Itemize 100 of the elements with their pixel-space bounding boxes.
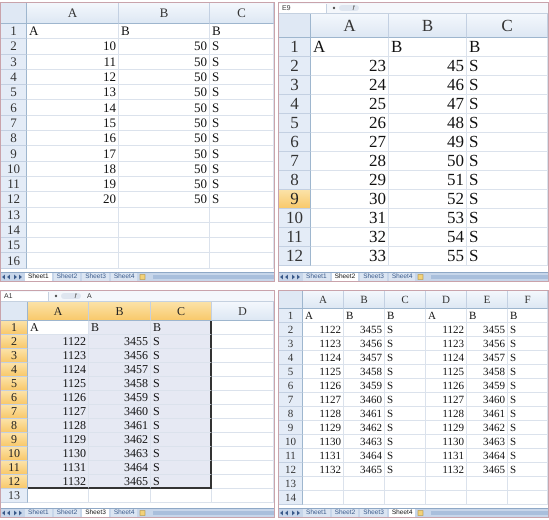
row-header[interactable]: 10: [279, 209, 311, 228]
row-header[interactable]: 16: [1, 253, 27, 269]
row-header[interactable]: 6: [279, 379, 303, 393]
row-header[interactable]: 1: [1, 321, 28, 335]
table-cell: 3457: [467, 351, 508, 365]
column-header[interactable]: A: [28, 302, 89, 321]
select-all-button[interactable]: [279, 291, 303, 309]
select-all-button[interactable]: [1, 302, 28, 321]
row-header[interactable]: 5: [1, 377, 28, 391]
row-header[interactable]: 7: [279, 152, 311, 171]
table-cell: S: [210, 39, 274, 55]
table-cell: B: [467, 38, 548, 57]
row-header[interactable]: 8: [279, 407, 303, 421]
row-header[interactable]: 10: [1, 447, 28, 461]
row-header[interactable]: 12: [1, 475, 28, 489]
row-header[interactable]: 4: [1, 363, 28, 377]
row-header[interactable]: 5: [279, 365, 303, 379]
row-header[interactable]: 12: [1, 192, 27, 208]
row-header[interactable]: 3: [279, 76, 311, 95]
row-header[interactable]: 1: [279, 38, 311, 57]
row-header[interactable]: 5: [1, 85, 27, 100]
row-header[interactable]: 13: [1, 489, 28, 503]
row-header[interactable]: 3: [1, 349, 28, 363]
row-header[interactable]: 7: [1, 405, 28, 419]
column-header[interactable]: C: [151, 302, 212, 321]
row-header[interactable]: 2: [1, 39, 27, 55]
sheet-navigation-icon[interactable]: [279, 274, 301, 280]
table-cell: [210, 238, 274, 254]
sheet-navigation-icon[interactable]: [279, 510, 301, 516]
row-header[interactable]: 14: [279, 491, 303, 505]
row-header[interactable]: 6: [1, 391, 28, 405]
row-header[interactable]: 8: [279, 171, 311, 190]
table-cell: 1122: [303, 323, 344, 337]
row-header[interactable]: 2: [279, 57, 311, 76]
column-header[interactable]: F: [508, 291, 548, 309]
row-header[interactable]: 8: [1, 131, 27, 146]
column-header[interactable]: D: [426, 291, 467, 309]
row-header[interactable]: 12: [279, 247, 311, 266]
row-header[interactable]: 6: [279, 133, 311, 152]
column-header[interactable]: A: [311, 14, 389, 38]
insert-sheet-icon[interactable]: [417, 510, 426, 516]
row-header[interactable]: 4: [279, 351, 303, 365]
row-header[interactable]: 14: [1, 222, 27, 238]
select-all-button[interactable]: [1, 3, 27, 24]
row-header[interactable]: 3: [1, 54, 27, 70]
row-header[interactable]: 10: [1, 162, 27, 177]
column-header[interactable]: A: [303, 291, 344, 309]
table-cell: 23: [311, 57, 389, 76]
row-header[interactable]: 3: [279, 337, 303, 351]
column-header[interactable]: E: [467, 291, 508, 309]
row-header[interactable]: 6: [1, 100, 27, 116]
row-header[interactable]: 11: [279, 228, 311, 247]
column-header[interactable]: B: [89, 302, 151, 321]
row-header[interactable]: 2: [279, 323, 303, 337]
column-header[interactable]: D: [212, 302, 274, 321]
row-header[interactable]: 10: [279, 435, 303, 449]
row-header[interactable]: 8: [1, 419, 28, 433]
column-header[interactable]: C: [385, 291, 426, 309]
column-header[interactable]: C: [467, 14, 548, 38]
table-cell: 1123: [426, 337, 467, 351]
row-header[interactable]: 13: [1, 208, 27, 223]
table-cell: B: [385, 309, 426, 323]
table-cell: 3461: [89, 419, 151, 433]
insert-sheet-icon[interactable]: [139, 510, 148, 516]
column-header[interactable]: B: [119, 3, 210, 24]
sheet-navigation-icon[interactable]: [1, 274, 23, 280]
row-header[interactable]: 9: [279, 190, 311, 209]
column-header[interactable]: B: [389, 14, 467, 38]
table-cell: 3460: [89, 405, 151, 419]
table-cell: 33: [311, 247, 389, 266]
table-cell: 1132: [28, 475, 89, 489]
row-header[interactable]: 4: [279, 95, 311, 114]
row-header[interactable]: 11: [1, 461, 28, 475]
insert-sheet-icon[interactable]: [417, 274, 426, 280]
row-header[interactable]: 12: [279, 463, 303, 477]
row-header[interactable]: 9: [1, 146, 27, 162]
sheet-navigation-icon[interactable]: [1, 510, 23, 516]
column-header[interactable]: C: [210, 3, 274, 24]
column-header[interactable]: A: [27, 3, 119, 24]
row-header[interactable]: 15: [1, 238, 27, 254]
row-header[interactable]: 2: [1, 335, 28, 349]
row-header[interactable]: 9: [279, 421, 303, 435]
row-header[interactable]: 7: [279, 393, 303, 407]
row-header[interactable]: 4: [1, 70, 27, 86]
row-header[interactable]: 1: [279, 309, 303, 323]
row-header[interactable]: 11: [279, 449, 303, 463]
table-cell: 1129: [28, 433, 89, 447]
insert-sheet-icon[interactable]: [139, 274, 148, 280]
row-header[interactable]: 9: [1, 433, 28, 447]
row-header[interactable]: 5: [279, 114, 311, 133]
row-header[interactable]: 1: [1, 24, 27, 40]
table-cell: 1130: [426, 435, 467, 449]
table-cell: 50: [119, 116, 210, 132]
table-cell: [212, 419, 274, 433]
select-all-button[interactable]: [279, 14, 311, 38]
column-header[interactable]: B: [344, 291, 385, 309]
row-header[interactable]: 13: [279, 477, 303, 491]
table-cell: 50: [119, 39, 210, 55]
row-header[interactable]: 11: [1, 176, 27, 192]
row-header[interactable]: 7: [1, 116, 27, 132]
